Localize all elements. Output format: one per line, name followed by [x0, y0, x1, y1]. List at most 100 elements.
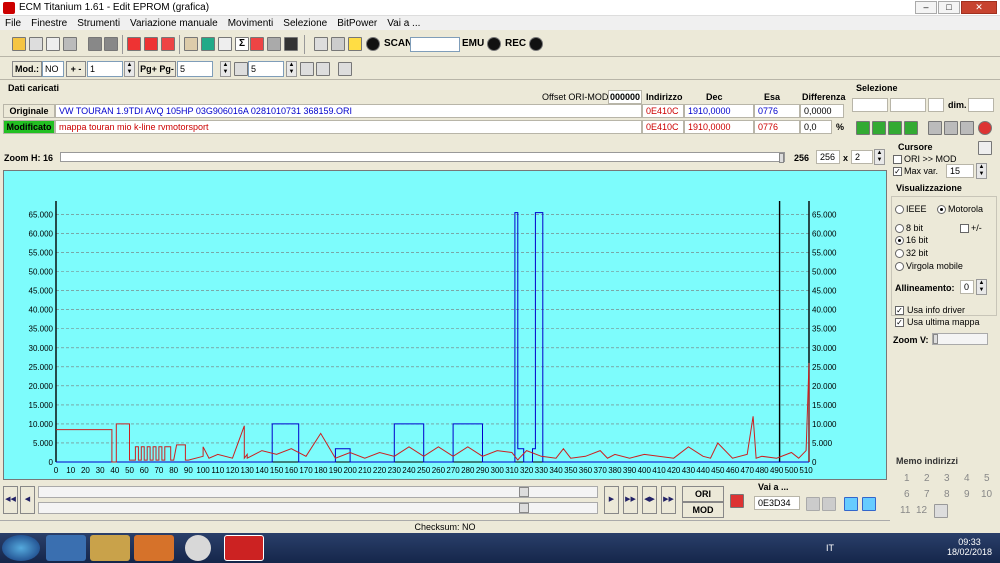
- start-button[interactable]: [2, 535, 40, 561]
- lang-indicator[interactable]: IT: [826, 543, 834, 553]
- zoom-mult-spinner[interactable]: ▲ ▼: [874, 149, 885, 165]
- step-field[interactable]: 1: [87, 61, 123, 77]
- home-icon[interactable]: [12, 37, 26, 51]
- hscroll-top[interactable]: [38, 486, 598, 498]
- mod-button[interactable]: Mod.:: [12, 61, 42, 77]
- maximize-button[interactable]: □: [938, 1, 960, 14]
- allineamento-field[interactable]: 0: [960, 280, 974, 294]
- zoom-v2-field[interactable]: 256: [816, 150, 840, 164]
- modificato-label[interactable]: Modificato: [3, 120, 55, 134]
- menu-finestre[interactable]: Finestre: [26, 18, 72, 29]
- crc-icon[interactable]: [161, 37, 175, 51]
- block2-icon[interactable]: [104, 37, 118, 51]
- sel-start-field[interactable]: [852, 98, 888, 112]
- mod-compare-button[interactable]: MOD: [682, 502, 724, 518]
- last-page-button[interactable]: ▶▶: [623, 486, 638, 514]
- m1-icon[interactable]: [300, 62, 314, 76]
- 8bit-radio[interactable]: [895, 224, 904, 233]
- 32bit-radio[interactable]: [895, 249, 904, 258]
- menu-variazione[interactable]: Variazione manuale: [125, 18, 223, 29]
- flag-compare-icon[interactable]: [730, 494, 744, 508]
- menu-file[interactable]: File: [0, 18, 26, 29]
- explorer-icon[interactable]: [90, 535, 130, 561]
- memo-3[interactable]: 3: [944, 473, 950, 484]
- sel-mark4-icon[interactable]: [904, 121, 918, 135]
- search-icon[interactable]: [184, 37, 198, 51]
- vai-field[interactable]: 0E3D34: [754, 496, 800, 510]
- usa-driver-checkbox[interactable]: ✓: [895, 306, 904, 315]
- p-spinner[interactable]: ▲ ▼: [286, 61, 297, 77]
- run-icon[interactable]: [348, 37, 362, 51]
- copy-icon[interactable]: [29, 37, 43, 51]
- cursor-lock-icon[interactable]: [978, 141, 992, 155]
- memo-10[interactable]: 10: [981, 489, 992, 500]
- lock-icon[interactable]: [331, 37, 345, 51]
- p-icon[interactable]: [234, 62, 248, 76]
- sync-right-button[interactable]: ▶▶: [661, 486, 676, 514]
- memo-4[interactable]: 4: [964, 473, 970, 484]
- menu-movimenti[interactable]: Movimenti: [223, 18, 279, 29]
- step-spinner[interactable]: ▲ ▼: [124, 61, 135, 77]
- chrome-icon[interactable]: [185, 535, 211, 561]
- ori-mod-checkbox[interactable]: [893, 155, 902, 164]
- chart-area[interactable]: 65.000 65.000 60.000 60.000 55.000 55.000 50.0…: [3, 170, 887, 480]
- mod-field[interactable]: NO: [42, 61, 64, 77]
- maxvar-spinner[interactable]: ▲ ▼: [976, 163, 987, 179]
- ecm-task-icon[interactable]: [224, 535, 264, 561]
- plusminus-button[interactable]: + -: [66, 61, 86, 77]
- originale-label[interactable]: Originale: [3, 104, 55, 118]
- allineamento-spinner[interactable]: ▲ ▼: [976, 279, 987, 295]
- prev-button[interactable]: ◀: [20, 486, 35, 514]
- usa-mappa-checkbox[interactable]: ✓: [895, 318, 904, 327]
- ori-button[interactable]: ORI: [682, 486, 724, 502]
- table-icon[interactable]: [267, 37, 281, 51]
- plusminus-checkbox[interactable]: [960, 224, 969, 233]
- 16bit-radio[interactable]: [895, 236, 904, 245]
- offset-value[interactable]: 000000: [608, 90, 642, 104]
- record-icon[interactable]: [366, 37, 380, 51]
- t-icon[interactable]: [338, 62, 352, 76]
- text-icon[interactable]: [314, 37, 328, 51]
- media-icon[interactable]: [134, 535, 174, 561]
- sel-end-field[interactable]: [890, 98, 926, 112]
- memo-5[interactable]: 5: [984, 473, 990, 484]
- memo-11[interactable]: 11: [900, 505, 910, 516]
- binoculars-icon[interactable]: [284, 37, 298, 51]
- p-field[interactable]: 5: [248, 61, 284, 77]
- mark-start-icon[interactable]: [844, 497, 858, 511]
- sel-aux-field[interactable]: [928, 98, 944, 112]
- close-button[interactable]: ✕: [961, 1, 997, 14]
- first-page-button[interactable]: ◀◀: [3, 486, 18, 514]
- menu-bitpower[interactable]: BitPower: [332, 18, 382, 29]
- flag-icon[interactable]: [250, 37, 264, 51]
- battery-icon[interactable]: [201, 37, 215, 51]
- sel-mark3-icon[interactable]: [888, 121, 902, 135]
- memo-7[interactable]: 7: [924, 489, 930, 500]
- pg-button[interactable]: Pg+ Pg-: [138, 61, 176, 77]
- chart-icon[interactable]: [218, 37, 232, 51]
- goto-left-icon[interactable]: [806, 497, 820, 511]
- page-icon[interactable]: [46, 37, 60, 51]
- motorola-radio[interactable]: [937, 205, 946, 214]
- memo-12[interactable]: 12: [916, 505, 927, 516]
- menu-strumenti[interactable]: Strumenti: [72, 18, 125, 29]
- modificato-diff[interactable]: 0,0: [800, 120, 832, 134]
- dim-field[interactable]: [968, 98, 994, 112]
- memo-6[interactable]: 6: [904, 489, 910, 500]
- zoom-mult-field[interactable]: 2: [851, 150, 873, 164]
- zoom-h-slider[interactable]: [60, 152, 785, 163]
- sync-left-button[interactable]: ◀▶: [642, 486, 657, 514]
- zoom-v-slider[interactable]: [932, 333, 988, 345]
- next-button[interactable]: ▶: [604, 486, 619, 514]
- sel-mark2-icon[interactable]: [872, 121, 886, 135]
- check-icon[interactable]: [127, 37, 141, 51]
- pg-spinner[interactable]: ▲ ▼: [220, 61, 231, 77]
- sel-mark1-icon[interactable]: [856, 121, 870, 135]
- memo-8[interactable]: 8: [944, 489, 950, 500]
- sigma-icon[interactable]: Σ: [235, 37, 249, 51]
- disabled-icon[interactable]: [63, 37, 77, 51]
- maxvar-checkbox[interactable]: ✓: [893, 167, 902, 176]
- sel-copy-icon[interactable]: [928, 121, 942, 135]
- emu-toggle-icon[interactable]: [487, 37, 501, 51]
- memo-1[interactable]: 1: [904, 473, 910, 484]
